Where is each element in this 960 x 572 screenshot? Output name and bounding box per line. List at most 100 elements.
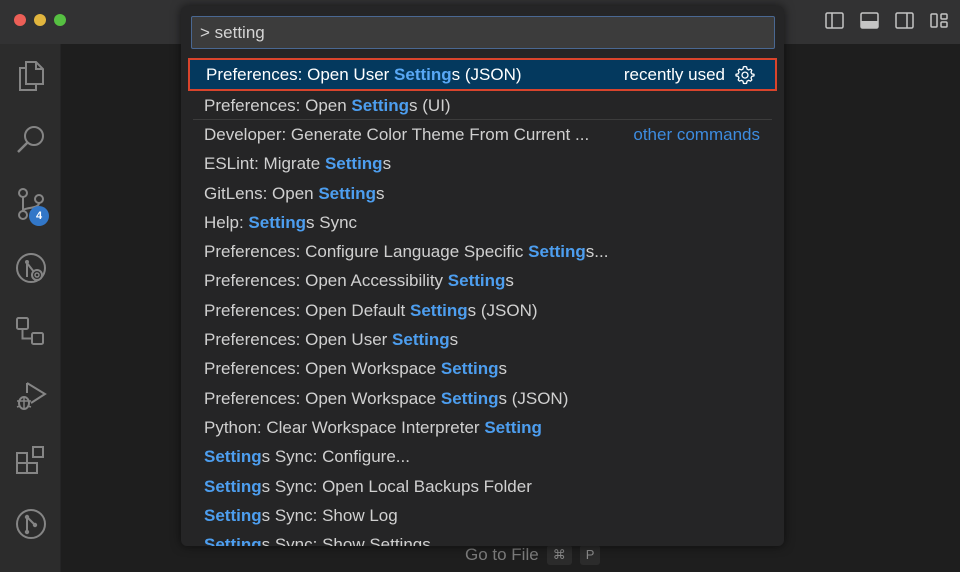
customize-layout-icon[interactable] (929, 10, 950, 31)
toggle-panel-icon[interactable] (859, 10, 880, 31)
command-item[interactable]: ESLint: Migrate Settings (181, 150, 784, 179)
command-label: Preferences: Open Settings (UI) (204, 96, 451, 116)
command-meta: recently used (624, 65, 755, 85)
remote-explorer-icon (15, 317, 44, 345)
command-label-prefix: GitLens: Open (204, 183, 319, 203)
command-item[interactable]: Preferences: Open Accessibility Settings (181, 267, 784, 296)
command-input-wrapper (191, 16, 775, 49)
command-label: Preferences: Open User Settings (204, 330, 458, 350)
command-label-suffix: s Sync: Open Local Backups Folder (261, 476, 532, 496)
command-item[interactable]: Preferences: Open Workspace Settings (181, 355, 784, 384)
command-list: Preferences: Open User Settings (JSON) re… (181, 58, 784, 546)
command-label-suffix: s (449, 330, 459, 350)
close-window-button[interactable] (14, 14, 26, 26)
activity-search[interactable] (0, 116, 61, 164)
command-label-suffix: s... (585, 242, 609, 262)
command-label: Python: Clear Workspace Interpreter Sett… (204, 418, 542, 438)
command-label-match: Setting (484, 417, 542, 437)
command-meta: other commands (633, 125, 760, 145)
run-debug-icon (16, 382, 47, 410)
gear-icon[interactable] (735, 65, 755, 85)
command-label-match: Setting (447, 271, 506, 291)
command-label-match: Setting (204, 535, 262, 546)
command-item[interactable]: Preferences: Configure Language Specific… (181, 237, 784, 266)
activity-remote-explorer[interactable] (0, 308, 61, 356)
command-label: Preferences: Open Workspace Settings (204, 359, 507, 379)
activity-explorer[interactable] (0, 52, 61, 100)
activity-source-control[interactable]: 4 (0, 180, 61, 228)
command-palette: Preferences: Open User Settings (JSON)re… (181, 6, 784, 546)
shortcut-key-cmd: ⌘ (546, 545, 572, 565)
command-label-suffix: s (UI) (409, 95, 451, 115)
command-item[interactable]: Preferences: Open Workspace Settings (JS… (181, 384, 784, 413)
command-label-suffix: s (382, 154, 392, 174)
maximize-window-button[interactable] (54, 14, 66, 26)
command-label-suffix: s Sync (306, 212, 358, 232)
command-label: ESLint: Migrate Settings (204, 154, 391, 174)
command-item-selected[interactable]: Preferences: Open User Settings (JSON) re… (188, 58, 777, 91)
command-item[interactable]: Settings Sync: Show Settings (181, 530, 784, 546)
command-label: Preferences: Open Workspace Settings (JS… (204, 389, 568, 409)
command-label: Settings Sync: Show Log (204, 506, 398, 526)
activity-git-graph[interactable] (0, 500, 61, 548)
command-item[interactable]: Settings Sync: Show Log (181, 501, 784, 530)
command-item[interactable]: Python: Clear Workspace Interpreter Sett… (181, 413, 784, 442)
command-label-match: Setting (324, 154, 383, 174)
command-label-prefix: Preferences: Open Default (204, 300, 411, 320)
command-label-match: Setting (394, 64, 452, 84)
go-to-file-hint: Go to File ⌘ P (465, 545, 601, 565)
command-item[interactable]: Settings Sync: Configure... (181, 443, 784, 472)
command-label-prefix: Preferences: Open User (206, 64, 395, 84)
command-label-match: Setting (440, 359, 499, 379)
command-label-suffix: s (375, 183, 385, 203)
command-label: Preferences: Configure Language Specific… (204, 242, 608, 262)
command-label-prefix: Python: Clear Workspace Interpreter (204, 417, 485, 437)
other-commands-label: other commands (633, 124, 760, 144)
command-label-match: Setting (410, 300, 468, 320)
command-item[interactable]: Preferences: Open Settings (UI) (181, 91, 784, 121)
command-label-match: Setting (440, 388, 499, 408)
command-label: Preferences: Open Default Settings (JSON… (204, 301, 538, 321)
command-label-suffix: s (JSON) (498, 388, 569, 408)
command-input[interactable] (192, 17, 774, 48)
command-label-match: Setting (351, 95, 410, 115)
command-label-prefix: Preferences: Open User (204, 330, 393, 350)
command-item[interactable]: Help: Settings Sync (181, 208, 784, 237)
command-label-prefix: Preferences: Open Workspace (204, 388, 441, 408)
command-label-match: Setting (318, 183, 376, 203)
command-label-suffix: s (505, 271, 514, 291)
command-label-prefix: Preferences: Open Workspace (204, 359, 441, 379)
git-graph-icon (15, 509, 46, 539)
recently-used-label: recently used (623, 64, 725, 84)
command-label: Preferences: Open Accessibility Settings (204, 271, 514, 291)
command-item[interactable]: Preferences: Open User Settings (181, 325, 784, 354)
search-icon (16, 126, 44, 153)
command-item[interactable]: GitLens: Open Settings (181, 179, 784, 208)
command-item[interactable]: Developer: Generate Color Theme From Cur… (181, 120, 784, 149)
command-label-match: Setting (248, 212, 307, 232)
command-label-match: Setting (204, 505, 262, 525)
shortcut-key-p: P (579, 545, 601, 565)
minimize-window-button[interactable] (34, 14, 46, 26)
toggle-primary-sidebar-icon[interactable] (824, 10, 845, 31)
activity-extensions[interactable] (0, 436, 61, 484)
command-label-suffix: s (498, 359, 507, 379)
command-label: Developer: Generate Color Theme From Cur… (204, 125, 589, 145)
activity-bar: 4 (0, 44, 61, 572)
command-label-prefix: Help: (204, 212, 249, 232)
command-label: Settings Sync: Configure... (204, 447, 410, 467)
go-to-file-label: Go to File (465, 545, 539, 564)
command-item[interactable]: Settings Sync: Open Local Backups Folder (181, 472, 784, 501)
command-label-prefix: Preferences: Open (204, 95, 352, 115)
command-label: Preferences: Open User Settings (JSON) (206, 65, 522, 85)
toggle-secondary-sidebar-icon[interactable] (894, 10, 915, 31)
command-label: Settings Sync: Show Settings (204, 535, 431, 546)
activity-run-debug[interactable] (0, 372, 61, 420)
command-label-suffix: s (JSON) (467, 300, 538, 320)
command-label-prefix: ESLint: Migrate (204, 154, 325, 174)
command-item[interactable]: Preferences: Open Default Settings (JSON… (181, 296, 784, 325)
command-label-match: Setting (204, 447, 262, 467)
activity-gitlens[interactable] (0, 244, 61, 292)
gitlens-icon (15, 253, 46, 283)
layout-controls (824, 10, 950, 31)
